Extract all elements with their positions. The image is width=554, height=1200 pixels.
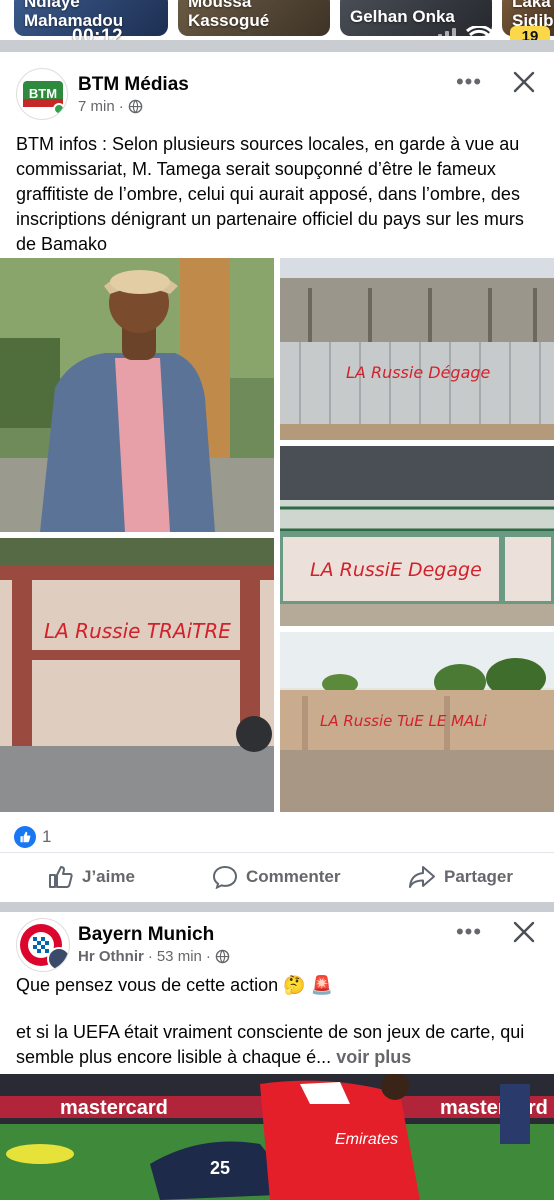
graffiti-text: LA Russie TuE LE MALi xyxy=(320,712,488,730)
globe-icon xyxy=(128,99,142,114)
feed-divider xyxy=(0,902,554,912)
post-header: Bayern Munich Hr Othnir · 53 min · ••• xyxy=(0,914,554,976)
globe-icon xyxy=(215,949,230,964)
wifi-icon xyxy=(466,26,492,40)
more-options-button[interactable]: ••• xyxy=(454,69,484,94)
reaction-summary[interactable]: 1 xyxy=(14,826,51,848)
battery-indicator: 19 xyxy=(510,26,550,40)
close-icon[interactable] xyxy=(510,68,538,96)
story-card[interactable]: Moussa Kassogué xyxy=(178,0,330,36)
post-header: BTM BTM Médias 7 min · ••• xyxy=(0,64,554,126)
battery-level: 19 xyxy=(521,27,539,41)
post-author[interactable]: BTM Médias xyxy=(78,74,189,96)
photo-wall-2[interactable]: LA RussiE Degage xyxy=(280,446,554,626)
status-time: 00:12 xyxy=(72,26,124,40)
banner-text: mastercard xyxy=(440,1097,548,1119)
story-name: Gelhan Onka xyxy=(350,7,455,26)
jersey-number: 25 xyxy=(210,1158,230,1178)
post-meta: Hr Othnir · 53 min · xyxy=(78,948,230,965)
bayern-logo-icon xyxy=(20,924,69,971)
post-text: BTM infos : Selon plusieurs sources loca… xyxy=(16,134,524,254)
post-text-line2: et si la UEFA était vraiment consciente … xyxy=(16,1022,525,1067)
graffiti-text: LA Russie TRAiTRE xyxy=(44,619,231,643)
share-button[interactable]: Partager xyxy=(408,865,513,889)
meta-dot: · xyxy=(147,948,153,965)
post-time: 53 min xyxy=(156,948,202,965)
post-author[interactable]: Bayern Munich xyxy=(78,924,214,946)
banner-text: mastercard xyxy=(60,1097,168,1119)
online-dot xyxy=(53,103,65,115)
jersey-text: Emirates xyxy=(335,1131,398,1148)
share-label: Partager xyxy=(444,867,513,886)
thumbs-up-icon xyxy=(49,866,73,888)
graffiti-text: LA Russie Dégage xyxy=(346,363,491,382)
signal-icon xyxy=(431,28,456,40)
post-sub-author[interactable]: Hr Othnir xyxy=(78,948,144,965)
post-photo-football[interactable]: mastercard mastercard Emirates 25 xyxy=(0,1074,554,1200)
stories-strip: Ndiaye Mahamadou Moussa Kassogué Gelhan … xyxy=(0,0,554,40)
like-label: J’aime xyxy=(82,867,135,886)
feed-divider xyxy=(0,40,554,52)
photo-portrait[interactable] xyxy=(0,258,274,532)
like-reaction-icon xyxy=(14,826,36,848)
more-options-button[interactable]: ••• xyxy=(454,919,484,944)
comment-button[interactable]: Commenter xyxy=(212,865,340,889)
comment-icon xyxy=(212,865,238,889)
see-more-link[interactable]: voir plus xyxy=(336,1047,411,1067)
svg-text:BTM: BTM xyxy=(29,86,57,101)
close-icon[interactable] xyxy=(510,918,538,946)
reaction-count: 1 xyxy=(42,827,52,846)
post-meta: 7 min · xyxy=(78,98,143,115)
meta-dot: · xyxy=(118,98,124,115)
post-text-line1: Que pensez vous de cette action 🤔 🚨 xyxy=(16,975,333,995)
post-actions: J’aime Commenter Partager xyxy=(0,852,554,902)
story-name: Moussa Kassogué xyxy=(188,0,270,30)
like-button[interactable]: J’aime xyxy=(48,865,135,889)
graffiti-text: LA RussiE Degage xyxy=(310,559,482,581)
avatar[interactable]: BTM xyxy=(16,68,68,120)
photo-wall-4[interactable]: LA Russie TuE LE MALi xyxy=(280,632,554,812)
photo-wall-1[interactable]: LA Russie Dégage xyxy=(280,258,554,440)
post-time: 7 min xyxy=(78,98,115,115)
meta-dot: · xyxy=(205,948,211,965)
post-text-body: et si la UEFA était vraiment consciente … xyxy=(16,1020,540,1070)
comment-label: Commenter xyxy=(246,867,341,886)
share-icon xyxy=(409,866,435,888)
avatar[interactable] xyxy=(16,918,70,972)
photo-wall-3[interactable]: LA Russie TRAiTRE xyxy=(0,538,274,812)
